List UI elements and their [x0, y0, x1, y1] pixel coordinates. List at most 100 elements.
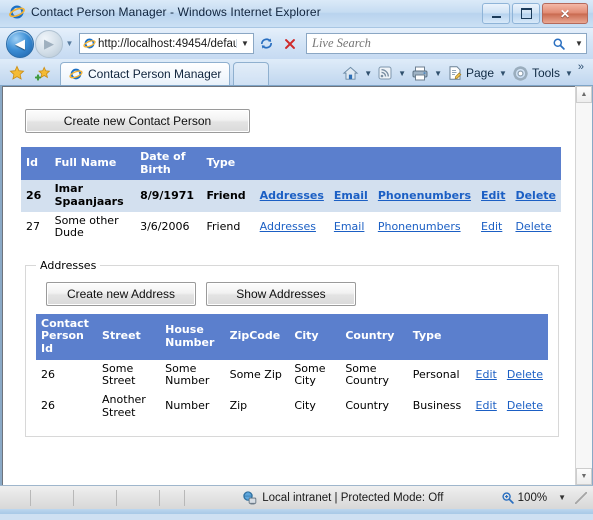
intranet-zone-icon [242, 490, 257, 505]
new-tab-button[interactable] [233, 62, 270, 85]
link-addresses[interactable]: Addresses [260, 189, 324, 202]
link-edit[interactable]: Edit [481, 189, 505, 202]
search-input[interactable] [307, 35, 552, 52]
header-address-edit [470, 313, 502, 360]
create-new-address-button[interactable]: Create new Address [46, 281, 196, 306]
status-pane-2 [31, 489, 74, 506]
cell-house-number: Number [165, 399, 210, 413]
security-zone[interactable]: Local intranet | Protected Mode: Off [185, 490, 501, 505]
command-overflow-icon[interactable]: » [576, 61, 587, 79]
addresses-table-head: Contact Person Id Street House Number Zi… [36, 313, 548, 360]
header-date-of-birth: Date of Birth [135, 147, 202, 181]
cell-full-name: Some other Dude [54, 213, 119, 240]
table-row[interactable]: 26 Some Street Some Number Some Zip Some… [36, 360, 548, 391]
address-input[interactable]: http://localhost:49454/defaul [98, 38, 236, 50]
maximize-icon [513, 4, 539, 23]
document-area: Create new Contact Person Id Full Name D… [2, 86, 575, 485]
add-to-favorites-button[interactable] [30, 61, 56, 85]
command-bar: ▼ ▼ ▼ Page ▼ Tools ▼ » [340, 61, 589, 85]
cell-zipcode: Some Zip [229, 368, 282, 382]
link-delete[interactable]: Delete [507, 399, 543, 413]
feeds-button[interactable] [375, 62, 395, 84]
link-delete[interactable]: Delete [507, 368, 543, 381]
create-new-contact-person-button[interactable]: Create new Contact Person [25, 109, 250, 133]
back-button[interactable]: ◀ [6, 29, 34, 58]
scroll-down-button[interactable]: ▼ [576, 468, 592, 485]
scrollbar-track[interactable] [576, 103, 592, 468]
cell-id: 26 [21, 180, 50, 212]
resize-grip[interactable] [575, 491, 587, 504]
cell-date-of-birth: 3/6/2006 [140, 219, 190, 233]
tools-menu-label: Tools [531, 66, 560, 80]
link-email[interactable]: Email [334, 189, 368, 202]
internet-explorer-icon [9, 4, 25, 20]
stop-button[interactable] [278, 33, 302, 55]
contact-persons-table-head: Id Full Name Date of Birth Type [21, 147, 561, 181]
show-addresses-button[interactable]: Show Addresses [206, 281, 356, 306]
favorites-center-button[interactable] [4, 61, 30, 85]
link-edit[interactable]: Edit [476, 399, 497, 413]
link-phonenumbers[interactable]: Phonenumbers [378, 220, 461, 233]
search-box[interactable]: ▼ [306, 33, 587, 54]
cell-country: Some Country [345, 361, 390, 388]
tools-dropdown-icon[interactable]: ▼ [562, 69, 576, 78]
cell-edit: Edit [476, 212, 510, 243]
home-dropdown-icon[interactable]: ▼ [361, 69, 375, 78]
forward-arrow-icon: ▶ [44, 36, 54, 51]
link-addresses[interactable]: Addresses [260, 220, 316, 233]
link-edit[interactable]: Edit [481, 220, 502, 233]
title-bar: Contact Person Manager - Windows Interne… [0, 0, 593, 28]
rss-icon [378, 66, 392, 80]
cell-contact-person-id: 26 [41, 368, 55, 382]
recent-pages-button[interactable]: ▼ [63, 39, 76, 48]
address-dropdown-icon[interactable]: ▼ [236, 39, 253, 48]
window-bottom-edge [0, 509, 593, 514]
link-delete[interactable]: Delete [515, 220, 551, 233]
minimize-button[interactable] [482, 3, 510, 24]
home-button[interactable] [340, 62, 361, 84]
tools-menu-button[interactable]: Tools [510, 62, 562, 84]
link-email[interactable]: Email [334, 220, 365, 233]
addresses-button-row: Create new Address Show Addresses [46, 281, 548, 306]
zoom-control[interactable]: 100% ▼ [501, 491, 591, 505]
link-edit[interactable]: Edit [476, 368, 497, 381]
table-row[interactable]: 27 Some other Dude 3/6/2006 Friend Addre… [21, 212, 561, 243]
cell-delete: Delete [510, 212, 561, 243]
print-dropdown-icon[interactable]: ▼ [431, 69, 445, 78]
address-bar[interactable]: http://localhost:49454/defaul ▼ [79, 33, 254, 54]
cell-address-type: Personal [412, 368, 460, 382]
cell-email: Email [328, 180, 373, 212]
home-icon [342, 66, 359, 80]
page-dropdown-icon[interactable]: ▼ [496, 69, 510, 78]
feeds-dropdown-icon[interactable]: ▼ [395, 69, 409, 78]
tab-contact-person-manager[interactable]: Contact Person Manager [60, 62, 231, 85]
page-menu-button[interactable]: Page [445, 62, 496, 84]
maximize-button[interactable] [512, 3, 540, 24]
status-bar: Local intranet | Protected Mode: Off 100… [0, 485, 593, 509]
page-favicon-icon [80, 37, 98, 50]
refresh-icon [260, 38, 272, 49]
vertical-scrollbar[interactable]: ▲ ▼ [575, 86, 592, 485]
close-button[interactable]: ✕ [542, 3, 588, 24]
scroll-up-button[interactable]: ▲ [576, 86, 592, 103]
tab-bar: Contact Person Manager ▼ ▼ ▼ Page ▼ Tool… [0, 59, 593, 86]
cell-email: Email [329, 212, 373, 243]
header-country: Country [340, 313, 408, 360]
header-addresses-link [254, 147, 329, 181]
table-header-row: Id Full Name Date of Birth Type [21, 147, 561, 181]
table-row[interactable]: 26 Imar Spaanjaars 8/9/1971 Friend Addre… [21, 180, 561, 212]
forward-button[interactable]: ▶ [35, 29, 63, 58]
search-icon[interactable] [552, 37, 572, 51]
cell-street: Another Street [102, 393, 146, 419]
cell-edit: Edit [476, 180, 511, 212]
search-dropdown-icon[interactable]: ▼ [572, 39, 586, 48]
table-row[interactable]: 26 Another Street Number Zip City Countr… [36, 391, 548, 422]
page-icon [449, 66, 462, 80]
print-button[interactable] [409, 62, 431, 84]
cell-zipcode: Zip [229, 399, 248, 413]
refresh-button[interactable] [254, 33, 278, 55]
link-delete[interactable]: Delete [515, 189, 556, 202]
link-phonenumbers[interactable]: Phonenumbers [378, 189, 471, 202]
zoom-dropdown-icon[interactable]: ▼ [550, 493, 572, 502]
tab-label: Contact Person Manager [88, 67, 222, 81]
